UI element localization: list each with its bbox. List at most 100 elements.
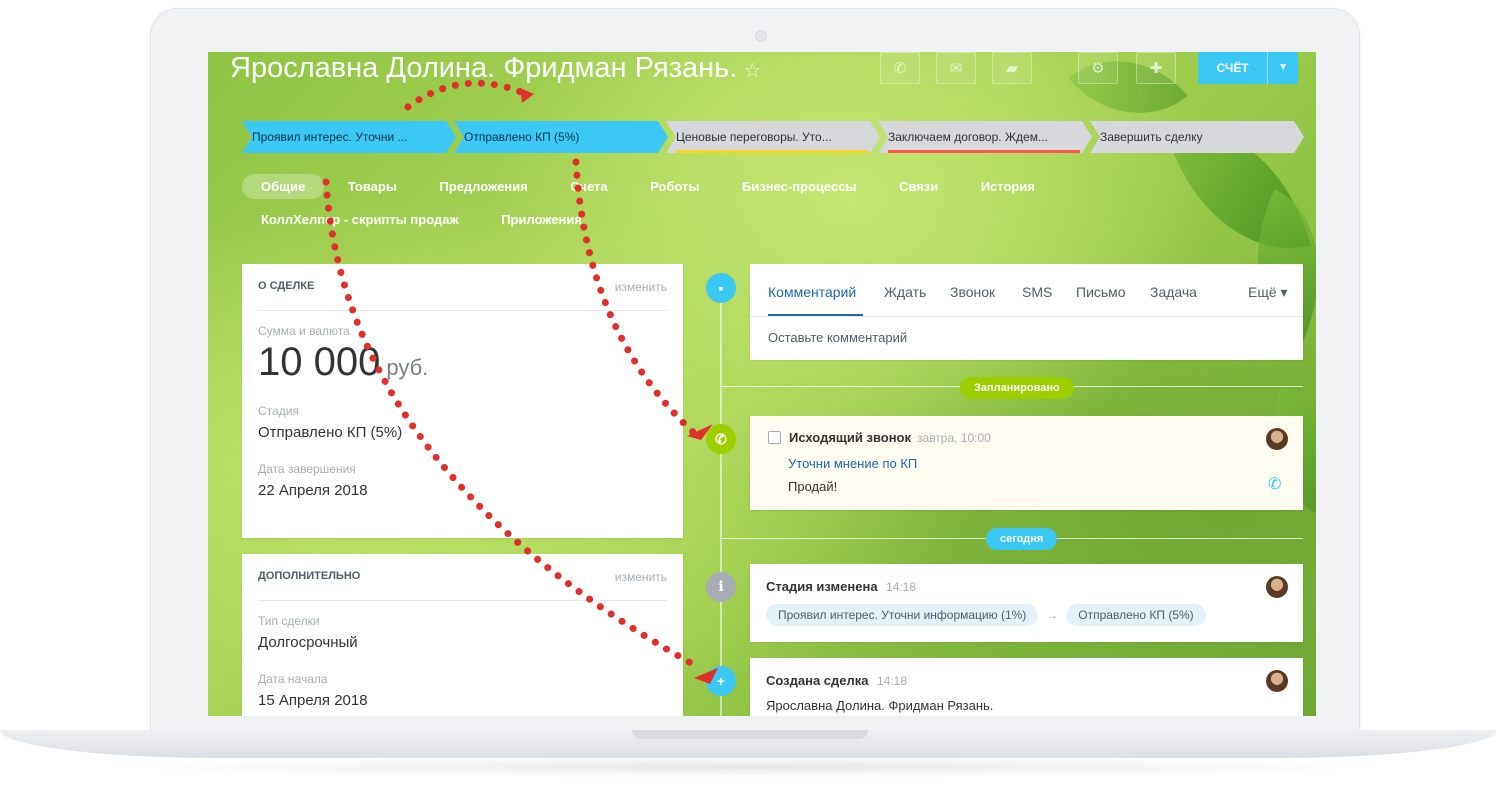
call-title: Исходящий звонок xyxy=(789,430,912,445)
tab-general[interactable]: Общие xyxy=(242,174,325,199)
deal-type-label: Тип сделки xyxy=(258,614,320,628)
stage-to-pill: Отправлено КП (5%) xyxy=(1066,604,1206,626)
stage-label: Проявил интерес. Уточни ... xyxy=(252,130,408,144)
deal-type-field[interactable]: Тип сделки Долгосрочный xyxy=(258,614,358,651)
start-date-label: Дата начала xyxy=(258,672,328,686)
tab-robots[interactable]: Роботы xyxy=(631,174,718,199)
stage-item[interactable]: Завершить сделку xyxy=(1090,121,1304,153)
composer-tab-more[interactable]: Ещё ▾ xyxy=(1248,284,1288,301)
crm-screen: Ярославна Долина. Фридман Рязань. ☆ ✆ ✉ ▰… xyxy=(208,52,1316,716)
stage-color-bar xyxy=(888,150,1080,153)
laptop-shadow xyxy=(120,756,1380,778)
additional-card: ДОПОЛНИТЕЛЬНО изменить Тип сделки Долгос… xyxy=(242,554,683,716)
currency-value: руб. xyxy=(386,355,429,380)
close-date-label: Дата завершения xyxy=(258,462,356,476)
composer-tab-task[interactable]: Задача xyxy=(1150,284,1197,300)
stage-item[interactable]: Проявил интерес. Уточни ... xyxy=(242,121,456,153)
deal-created-text: Ярославна Долина. Фридман Рязань. xyxy=(766,698,994,713)
deal-tabs: Общие Товары Предложения Счета Роботы Би… xyxy=(242,174,1142,240)
close-date-field[interactable]: Дата завершения 22 Апреля 2018 xyxy=(258,462,368,499)
activity-composer: Комментарий Ждать Звонок SMS Письмо Зада… xyxy=(750,264,1303,360)
stage-change-header: Стадия изменена 14:18 xyxy=(766,578,916,596)
composer-tab-comment[interactable]: Комментарий xyxy=(768,284,856,300)
chat-icon: ▰ xyxy=(1006,60,1018,77)
app-button[interactable]: ✚ xyxy=(1136,52,1176,84)
gear-icon: ⚙ xyxy=(1091,60,1105,77)
avatar[interactable] xyxy=(1266,576,1288,598)
composer-tab-email[interactable]: Письмо xyxy=(1076,284,1126,300)
invoice-label: СЧЁТ xyxy=(1216,61,1249,75)
more-label: Ещё xyxy=(1248,284,1277,300)
chat-button[interactable]: ▰ xyxy=(992,52,1032,84)
camera-dot xyxy=(755,30,767,42)
about-deal-card: О СДЕЛКЕ изменить Сумма и валюта 10 000 р… xyxy=(242,264,683,538)
tab-bizproc[interactable]: Бизнес-процессы xyxy=(723,174,876,199)
avatar[interactable] xyxy=(1266,428,1288,450)
stage-item[interactable]: Отправлено КП (5%) xyxy=(454,121,668,153)
start-date-value: 15 Апреля 2018 xyxy=(258,692,368,709)
composer-tab-call[interactable]: Звонок xyxy=(950,284,995,300)
invoice-button[interactable]: СЧЁТ ▼ xyxy=(1198,52,1298,84)
tab-invoices[interactable]: Счета xyxy=(551,174,626,199)
tab-links[interactable]: Связи xyxy=(880,174,957,199)
info-icon: i xyxy=(706,572,736,602)
stage-value: Отправлено КП (5%) xyxy=(258,424,403,441)
stage-from-pill: Проявил интерес. Уточни информацию (1%) xyxy=(766,604,1039,626)
tab-history[interactable]: История xyxy=(962,174,1054,199)
deal-created-time: 14:18 xyxy=(876,674,907,688)
stage-field[interactable]: Стадия Отправлено КП (5%) xyxy=(258,404,402,441)
amount-field[interactable]: Сумма и валюта 10 000 руб. xyxy=(258,324,428,385)
start-date-field[interactable]: Дата начала 15 Апреля 2018 xyxy=(258,672,368,709)
avatar[interactable] xyxy=(1266,670,1288,692)
tab-quotes[interactable]: Предложения xyxy=(420,174,546,199)
comment-icon: ▪ xyxy=(706,273,736,303)
stage-change-title: Стадия изменена xyxy=(766,579,878,594)
stage-change-item[interactable]: Стадия изменена 14:18 Проявил интерес. У… xyxy=(750,564,1303,642)
comment-input[interactable]: Оставьте комментарий xyxy=(768,330,907,345)
timeline-line xyxy=(720,282,722,716)
puzzle-icon: ✚ xyxy=(1149,60,1163,77)
stage-label: Отправлено КП (5%) xyxy=(464,130,580,144)
chevron-down-icon[interactable]: ▼ xyxy=(1267,52,1298,84)
call-node-icon: ✆ xyxy=(706,424,736,454)
call-subject-link[interactable]: Уточни мнение по КП xyxy=(788,456,917,471)
mail-icon: ✉ xyxy=(949,60,963,77)
composer-tab-wait[interactable]: Ждать xyxy=(884,284,926,300)
deal-created-title: Создана сделка xyxy=(766,673,869,688)
deal-type-value: Долгосрочный xyxy=(258,634,358,651)
phone-button[interactable]: ✆ xyxy=(880,52,920,84)
card-title: О СДЕЛКЕ xyxy=(258,280,315,292)
done-checkbox[interactable] xyxy=(768,431,781,444)
call-note: Продай! xyxy=(788,479,838,494)
phone-icon[interactable]: ✆ xyxy=(1268,474,1281,494)
stage-item[interactable]: Ценовые переговоры. Уто... xyxy=(666,121,880,153)
arrow-head xyxy=(520,88,534,103)
settings-button[interactable]: ⚙ xyxy=(1078,52,1118,84)
today-badge: сегодня xyxy=(986,528,1058,550)
card-header: ДОПОЛНИТЕЛЬНО изменить xyxy=(258,570,667,601)
stage-label: Стадия xyxy=(258,404,299,418)
call-time: завтра, 10:00 xyxy=(917,430,991,445)
edit-link[interactable]: изменить xyxy=(615,280,667,310)
stage-color-bar xyxy=(676,150,868,153)
stage-label: Завершить сделку xyxy=(1100,130,1203,144)
phone-icon: ✆ xyxy=(893,60,907,77)
call-header: Исходящий звонок завтра, 10:00 xyxy=(768,430,991,445)
stage-item[interactable]: Заключаем договор. Ждем... xyxy=(878,121,1092,153)
edit-link[interactable]: изменить xyxy=(615,570,667,600)
tab-products[interactable]: Товары xyxy=(329,174,416,199)
deal-created-item[interactable]: Создана сделка 14:18 Ярославна Долина. Ф… xyxy=(750,658,1303,716)
star-icon[interactable]: ☆ xyxy=(743,60,761,82)
arrow-stage-advance xyxy=(404,79,530,111)
composer-tab-sms[interactable]: SMS xyxy=(1022,284,1052,300)
tab-apps[interactable]: Приложения xyxy=(482,207,601,232)
mail-button[interactable]: ✉ xyxy=(936,52,976,84)
deal-title-text: Ярославна Долина. Фридман Рязань. xyxy=(230,52,738,84)
deal-created-header: Создана сделка 14:18 xyxy=(766,672,907,690)
amount-label: Сумма и валюта xyxy=(258,324,350,338)
tab-callhelper[interactable]: КоллХелпер - скрипты продаж xyxy=(242,207,478,232)
planned-call-item[interactable]: Исходящий звонок завтра, 10:00 Уточни мн… xyxy=(750,416,1303,510)
stage-label: Ценовые переговоры. Уто... xyxy=(676,130,832,144)
stage-label: Заключаем договор. Ждем... xyxy=(888,130,1048,144)
arrow-right-icon: → xyxy=(1046,608,1059,622)
